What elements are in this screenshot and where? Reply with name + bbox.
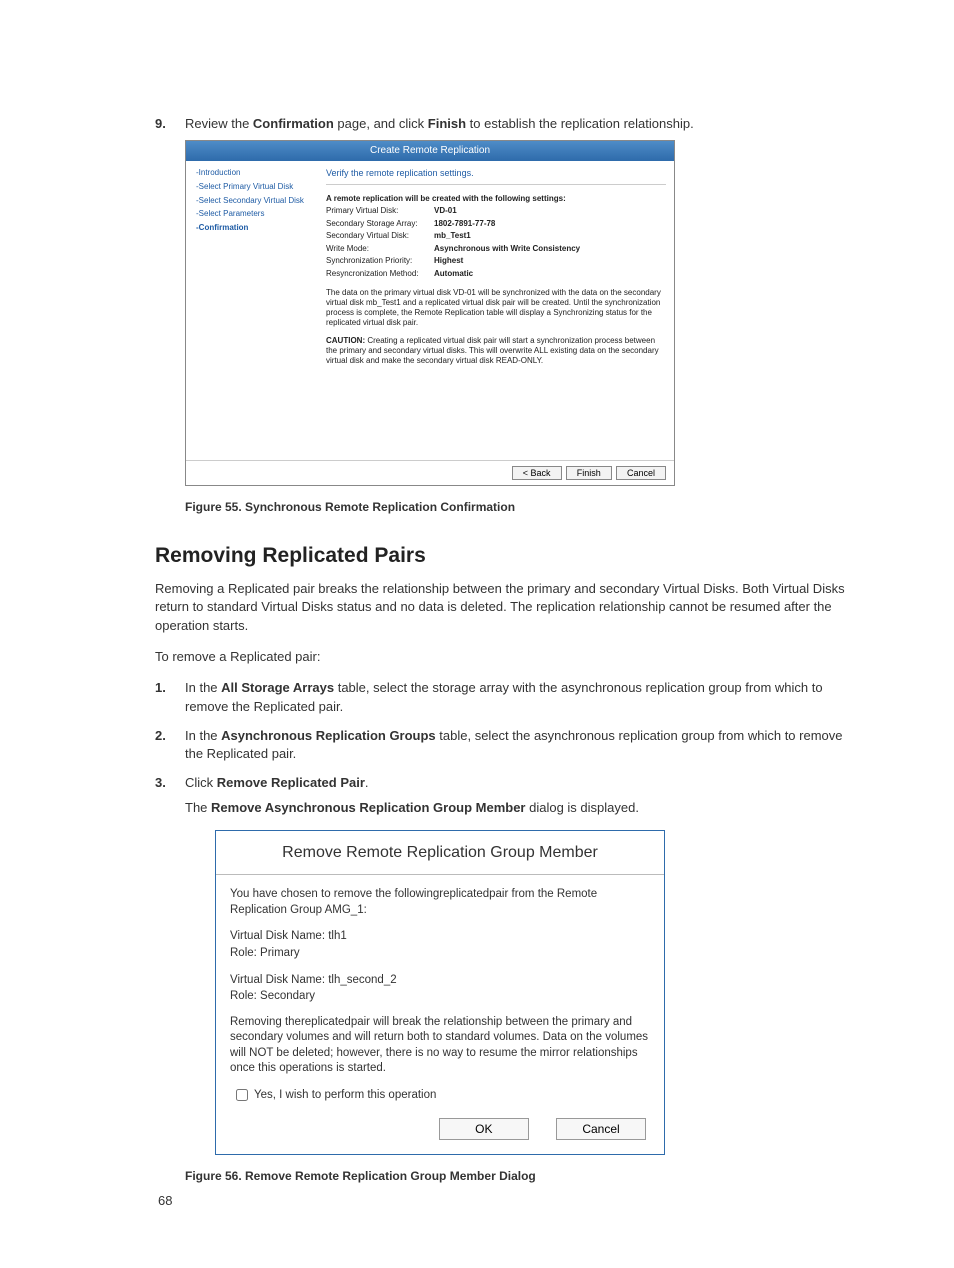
s1-pre: In the [185,680,221,695]
row-secondary-vd: Secondary Virtual Disk:mb_Test1 [326,230,666,242]
figure-56-caption: Figure 56. Remove Remote Replication Gro… [185,1169,849,1183]
dialog-p1: You have chosen to remove the followingr… [230,887,650,918]
wizard-settings-heading: A remote replication will be created wit… [326,193,666,205]
pvd-lbl: Primary Virtual Disk: [326,205,434,217]
wizard-caution: CAUTION: Creating a replicated virtual d… [326,336,666,366]
back-button[interactable]: < Back [512,466,562,480]
step-9-b2: Finish [428,116,466,131]
secondary-vd-name: Virtual Disk Name: tlh_second_2 [230,972,650,989]
s3a-b: Remove Replicated Pair [217,775,365,790]
secondary-role: Role: Secondary [230,988,650,1005]
section-heading: Removing Replicated Pairs [155,544,849,568]
step-2-num: 2. [155,727,166,746]
page-number: 68 [158,1193,172,1208]
s3b-pre: The [185,800,211,815]
step-9-pre: Review the [185,116,253,131]
row-write-mode: Write Mode:Asynchronous with Write Consi… [326,243,666,255]
step-1: 1. In the All Storage Arrays table, sele… [155,679,849,717]
rm-lbl: Resyncronization Method: [326,268,434,280]
step-9-num: 9. [155,115,166,134]
create-remote-replication-wizard: Create Remote Replication -Introduction … [185,140,675,486]
wizard-divider [326,184,666,185]
wizard-main: Verify the remote replication settings. … [326,167,666,455]
cancel-button-2[interactable]: Cancel [556,1118,646,1140]
step-9-post: to establish the replication relationshi… [466,116,694,131]
step-9-mid: page, and click [334,116,428,131]
ssa-lbl: Secondary Storage Array: [326,218,434,230]
step-9-b1: Confirmation [253,116,334,131]
row-primary-vd: Primary Virtual Disk:VD-01 [326,205,666,217]
sp-lbl: Synchronization Priority: [326,255,434,267]
ssa-val: 1802-7891-77-78 [434,219,495,228]
caution-text: Creating a replicated virtual disk pair … [326,336,659,365]
s3b-post: dialog is displayed. [525,800,638,815]
dialog-title: Remove Remote Replication Group Member [216,831,664,875]
primary-vd-name: Virtual Disk Name: tlh1 [230,928,650,945]
s2-b: Asynchronous Replication Groups [221,728,436,743]
s3a-post: . [365,775,369,790]
confirm-checkbox-row[interactable]: Yes, I wish to perform this operation [236,1087,650,1104]
caution-lbl: CAUTION: [326,336,365,345]
finish-button[interactable]: Finish [566,466,612,480]
wizard-sidebar: -Introduction -Select Primary Virtual Di… [196,167,316,455]
wizard-title: Create Remote Replication [186,141,674,162]
wizard-verify: Verify the remote replication settings. [326,167,666,180]
s3b-b: Remove Asynchronous Replication Group Me… [211,800,525,815]
svd-val: mb_Test1 [434,231,471,240]
confirm-label: Yes, I wish to perform this operation [254,1087,436,1104]
side-select-secondary[interactable]: -Select Secondary Virtual Disk [196,195,316,207]
step-1-num: 1. [155,679,166,698]
step-3-num: 3. [155,774,166,793]
intro-paragraph: Removing a Replicated pair breaks the re… [155,580,849,637]
row-secondary-array: Secondary Storage Array:1802-7891-77-78 [326,218,666,230]
rm-val: Automatic [434,269,473,278]
s3a-pre: Click [185,775,217,790]
wizard-footer: < Back Finish Cancel [186,460,674,485]
side-select-params[interactable]: -Select Parameters [196,208,316,220]
sp-val: Highest [434,256,463,265]
confirm-checkbox[interactable] [236,1089,248,1101]
wm-val: Asynchronous with Write Consistency [434,244,580,253]
primary-role: Role: Primary [230,945,650,962]
cancel-button[interactable]: Cancel [616,466,666,480]
lead-paragraph: To remove a Replicated pair: [155,648,849,667]
step-3: 3. Click Remove Replicated Pair. The Rem… [155,774,849,1154]
s2-pre: In the [185,728,221,743]
s1-b: All Storage Arrays [221,680,334,695]
remove-member-dialog: Remove Remote Replication Group Member Y… [215,830,665,1155]
row-sync-priority: Synchronization Priority:Highest [326,255,666,267]
secondary-group: Virtual Disk Name: tlh_second_2 Role: Se… [230,972,650,1005]
row-resync-method: Resyncronization Method:Automatic [326,268,666,280]
figure-55-caption: Figure 55. Synchronous Remote Replicatio… [185,500,849,514]
step-2: 2. In the Asynchronous Replication Group… [155,727,849,765]
wm-lbl: Write Mode: [326,243,434,255]
side-select-primary[interactable]: -Select Primary Virtual Disk [196,181,316,193]
wizard-desc: The data on the primary virtual disk VD-… [326,288,666,328]
pvd-val: VD-01 [434,206,457,215]
side-confirmation[interactable]: -Confirmation [196,222,316,234]
ok-button[interactable]: OK [439,1118,529,1140]
step-9-text: Review the Confirmation page, and click … [185,116,694,131]
svd-lbl: Secondary Virtual Disk: [326,230,434,242]
dialog-warning: Removing thereplicatedpair will break th… [230,1015,650,1077]
step-9: 9. Review the Confirmation page, and cli… [155,115,849,486]
side-intro[interactable]: -Introduction [196,167,316,179]
primary-group: Virtual Disk Name: tlh1 Role: Primary [230,928,650,961]
